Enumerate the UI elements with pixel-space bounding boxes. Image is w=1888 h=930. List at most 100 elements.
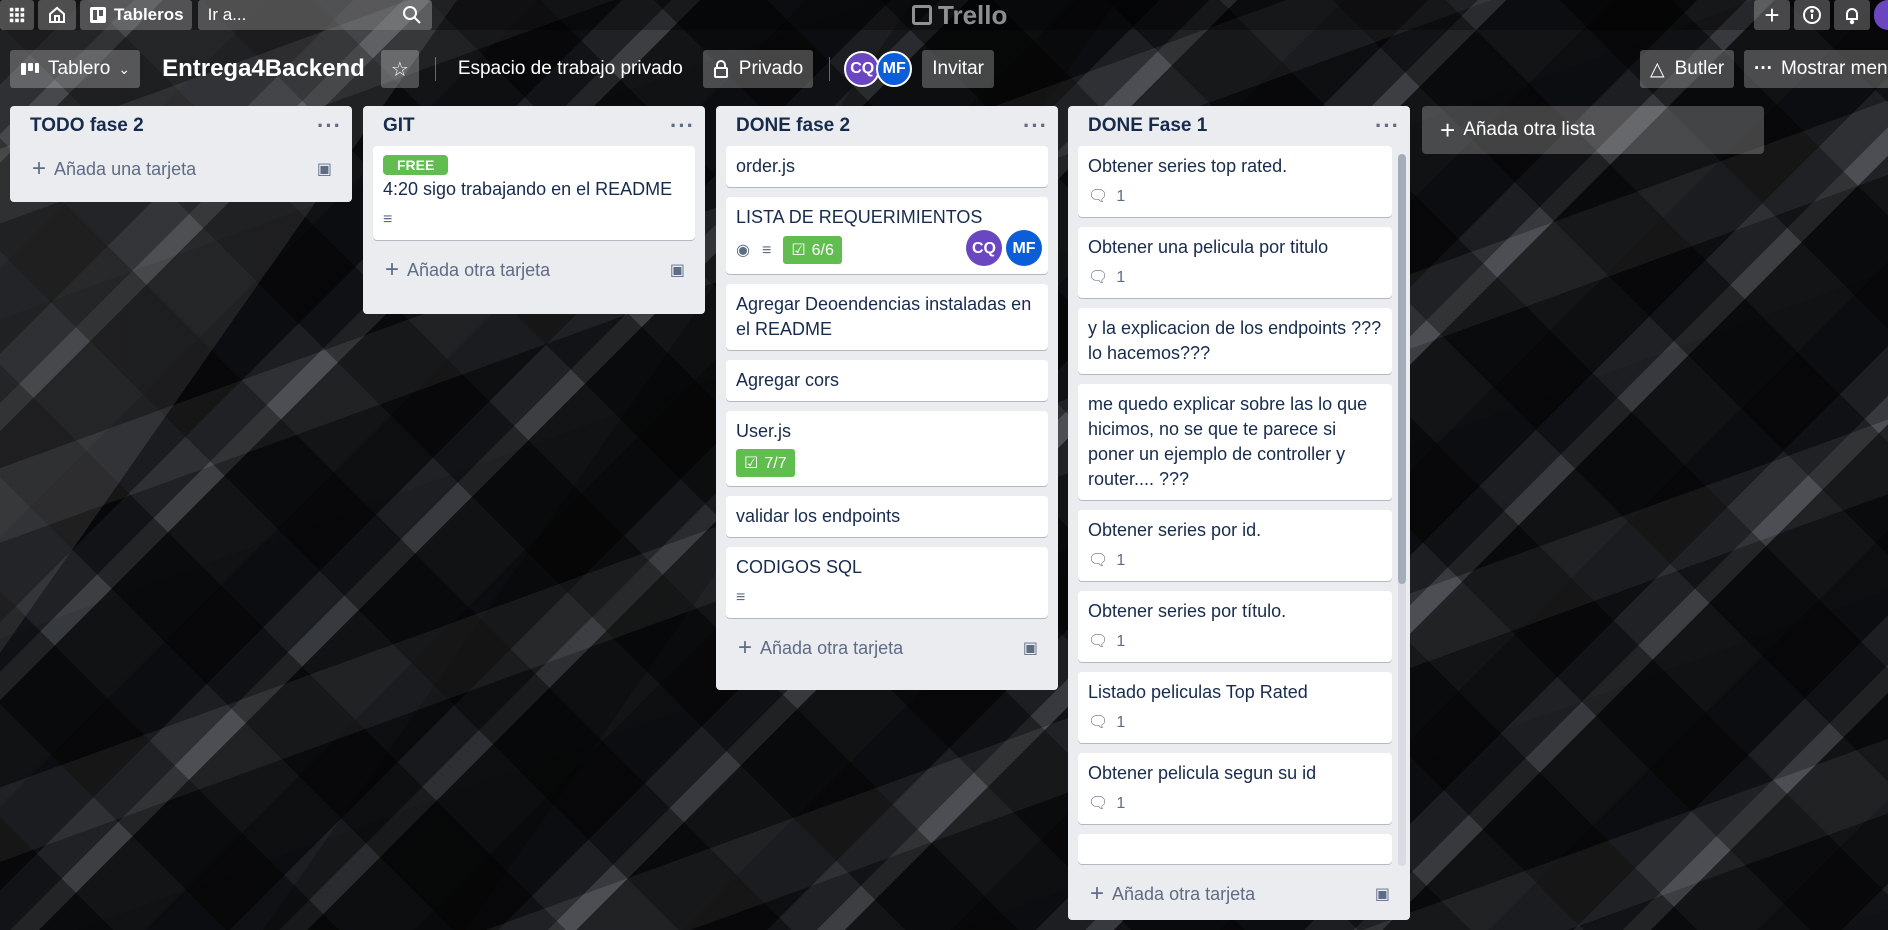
list-header[interactable]: DONE Fase 1 ··· [1068,106,1410,146]
card-badges: ☑ 7/7 [736,448,1038,478]
user-avatar[interactable] [1874,0,1888,30]
show-menu-button[interactable]: ··· Mostrar menú [1744,50,1888,88]
card-title: order.js [736,156,796,176]
list-scrollbar[interactable] [1398,154,1406,866]
boards-button[interactable]: Tableros [80,0,192,30]
list-header[interactable]: DONE fase 2 ··· [716,106,1058,146]
add-card-button[interactable]: + Añada otra tarjeta ▣ [363,250,705,290]
card-title: Obtener series top rated. [1088,156,1288,176]
add-card-button[interactable]: + Añada otra tarjeta ▣ [1068,874,1410,914]
member-avatar-cq[interactable]: CQ [844,51,881,87]
card[interactable]: CODIGOS SQL ≡ [726,547,1048,618]
board-icon [90,7,106,23]
comment-count: 1 [1116,794,1126,812]
card-title: 4:20 sigo trabajando en el README [383,179,673,199]
card[interactable]: Obtener series top rated. 🗨 1 [1078,146,1392,217]
header-divider-2 [829,57,831,81]
card-badges: ≡ [736,584,1038,610]
apps-button[interactable] [0,0,34,30]
card-title: Obtener series por título. [1088,601,1287,621]
list-git: GIT ··· FREE 4:20 sigo trabajando en el … [363,106,705,314]
list-header[interactable]: GIT ··· [363,106,705,146]
card[interactable]: Obtener series por id. 🗨 1 [1078,510,1392,581]
plus-icon: + [1764,0,1780,30]
comment-icon: 🗨 [1088,187,1109,205]
trello-logo[interactable]: Trello [912,0,1007,30]
view-label: Tablero [48,58,111,79]
card-list-scroll[interactable]: Obtener series top rated. 🗨 1 Obtener una… [1068,146,1410,868]
butler-button[interactable]: △ Butler [1640,50,1735,88]
info-button[interactable] [1794,0,1830,30]
plus-icon: + [385,256,400,283]
checklist-count: 6/6 [811,241,834,259]
checklist-icon: ☑ [791,241,806,259]
card-member-avatar[interactable]: CQ [966,230,1002,266]
card[interactable]: Agregar cors [726,360,1048,401]
card-badges: ≡ [383,206,685,232]
checklist-badge: ☑ 6/6 [783,236,842,264]
card-title: Obtener una pelicula por titulo [1088,237,1329,257]
list-title: DONE Fase 1 [1088,115,1208,136]
plus-icon: + [1440,114,1456,145]
add-card-button[interactable]: + Añada otra tarjeta ▣ [716,628,1058,668]
card[interactable]: User.js ☑ 7/7 [726,411,1048,486]
card-title: Listado peliculas Top Rated [1088,682,1308,702]
add-card-button[interactable]: + Añada una tarjeta ▣ [10,146,352,192]
header-divider [434,57,436,81]
butler-icon: △ [1650,58,1665,80]
card[interactable]: Obtener una pelicula por titulo 🗨 1 [1078,227,1392,298]
card-badges: 🗨 1 [1088,547,1382,573]
list-done-fase-1: DONE Fase 1 ··· Obtener series top rated… [1068,106,1410,920]
comment-icon: 🗨 [1088,794,1109,812]
board-title[interactable]: Entrega4Backend [162,55,365,83]
card-label[interactable]: FREE [383,155,449,175]
card-title: Agregar cors [736,370,840,390]
card[interactable]: me quedo explicar sobre las lo que hicim… [1078,384,1392,500]
card-title: me quedo explicar sobre las lo que hicim… [1088,394,1368,489]
card[interactable]: validar los endpoints [726,496,1048,537]
card[interactable]: Obtener series por título. 🗨 1 [1078,591,1392,662]
list-menu-icon[interactable]: ··· [1023,113,1048,139]
search-input[interactable]: Ir a... [197,0,432,30]
create-button[interactable]: + [1754,0,1790,30]
card-title: LISTA DE REQUERIMIENTOS [736,207,983,227]
card-partial[interactable] [1078,834,1392,864]
list-scrollbar-thumb[interactable] [1398,154,1406,584]
add-card-label: Añada una tarjeta [54,158,197,179]
card[interactable]: order.js [726,146,1048,187]
card[interactable]: y la explicacion de los endpoints ??? lo… [1078,308,1392,374]
template-icon[interactable]: ▣ [1375,884,1390,904]
card[interactable]: FREE 4:20 sigo trabajando en el README ≡ [373,146,695,240]
card[interactable]: Obtener pelicula segun su id 🗨 1 [1078,753,1392,824]
member-avatar-mf[interactable]: MF [876,51,913,87]
add-card-label: Añada otra tarjeta [1112,883,1256,904]
invite-button[interactable]: Invitar [922,50,994,88]
privacy-button[interactable]: Privado [702,50,814,88]
add-list-button[interactable]: + Añada otra lista [1422,106,1764,154]
list-menu-icon[interactable]: ··· [1375,113,1400,139]
card-member-avatar[interactable]: MF [1006,230,1042,266]
star-button[interactable]: ☆ [380,50,419,88]
checklist-count: 7/7 [764,454,787,472]
logo-text: Trello [938,0,1008,30]
list-header[interactable]: TODO fase 2 ··· [10,106,352,146]
card[interactable]: Agregar Deoendencias instaladas en el RE… [726,284,1048,350]
home-button[interactable] [38,0,76,30]
card[interactable]: LISTA DE REQUERIMIENTOS ◉ ≡ ☑ 6/6 CQ MF [726,197,1048,274]
template-icon[interactable]: ▣ [1023,638,1038,658]
search-placeholder: Ir a... [207,5,247,24]
list-menu-icon[interactable]: ··· [670,113,695,139]
card[interactable]: Listado peliculas Top Rated 🗨 1 [1078,672,1392,743]
list-menu-icon[interactable]: ··· [317,113,342,139]
card-badges: 🗨 1 [1088,628,1382,654]
card-badges: 🗨 1 [1088,264,1382,290]
view-switcher-button[interactable]: Tablero ⌄ [10,50,141,88]
notifications-button[interactable] [1834,0,1870,30]
template-icon[interactable]: ▣ [670,260,685,280]
description-icon: ≡ [761,241,772,259]
template-icon[interactable]: ▣ [317,159,332,179]
list-title: TODO fase 2 [30,115,144,136]
info-icon [1803,6,1821,24]
card-badges: 🗨 1 [1088,709,1382,735]
workspace-button[interactable]: Espacio de trabajo privado [444,58,697,80]
